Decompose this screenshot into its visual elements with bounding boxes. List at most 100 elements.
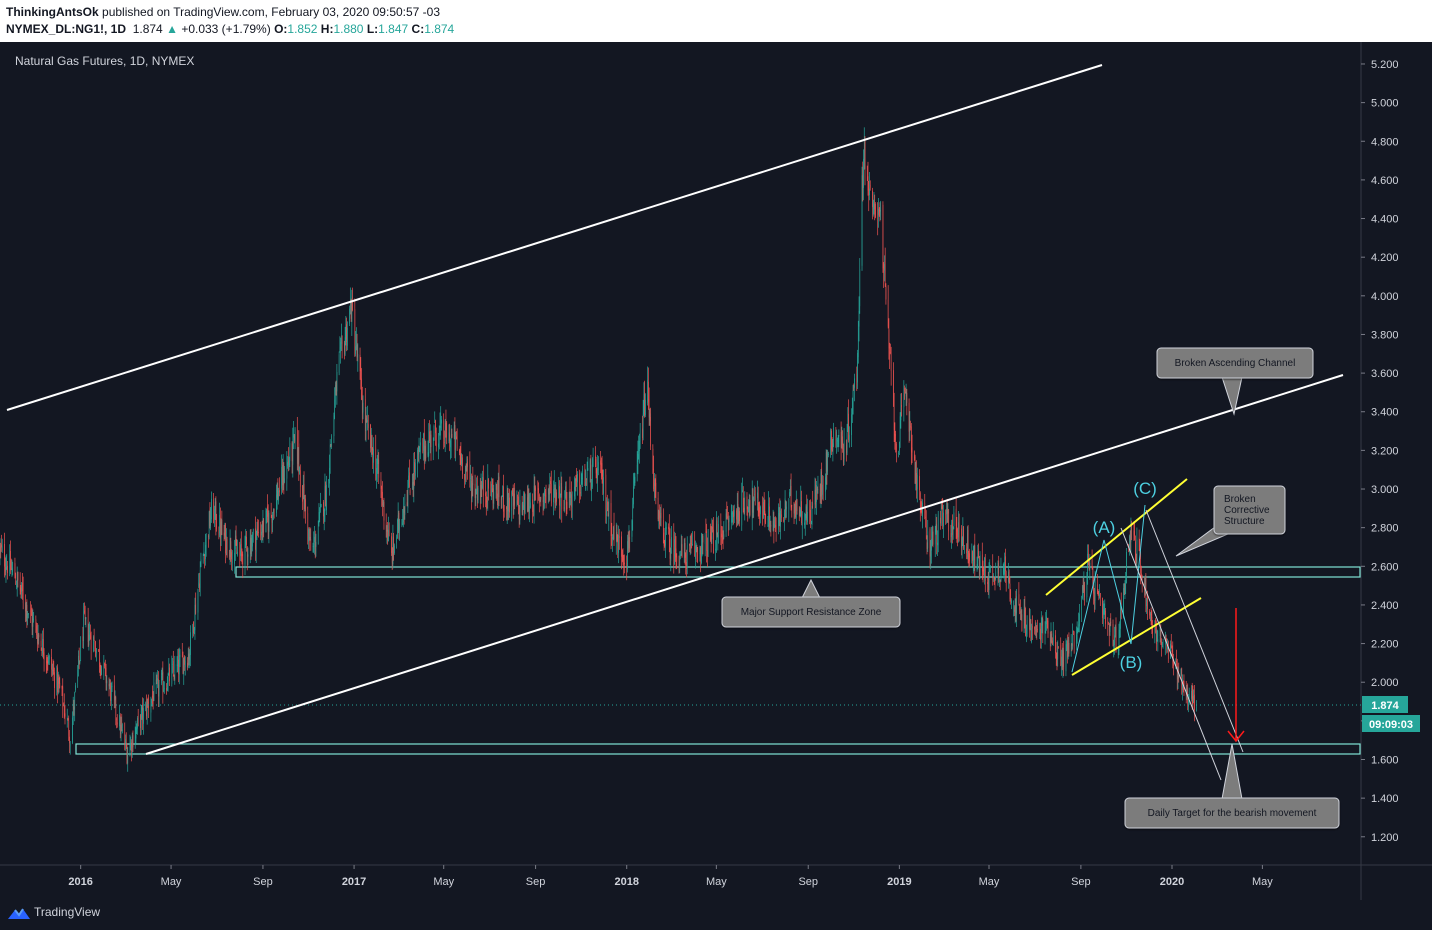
- candle-down: [385, 513, 387, 538]
- candle-down: [403, 506, 405, 525]
- candle-down: [1019, 603, 1020, 615]
- candle-up: [145, 701, 147, 712]
- candle-body: [1126, 551, 1127, 584]
- candle-down: [226, 536, 228, 558]
- candle-up: [349, 305, 350, 326]
- candle-down: [936, 517, 938, 555]
- candle-up: [1016, 588, 1017, 627]
- candle-body: [1114, 635, 1115, 645]
- candle-up: [324, 473, 326, 522]
- candle-body: [213, 499, 214, 523]
- wave-b-label: (B): [1120, 653, 1143, 672]
- candle-body: [282, 465, 284, 486]
- candle-body: [394, 545, 395, 554]
- candle-up: [103, 655, 105, 680]
- candle-body: [105, 663, 106, 666]
- candle-body: [920, 492, 921, 509]
- candle-up: [158, 680, 160, 708]
- candle-up: [574, 478, 576, 500]
- candle-down: [929, 527, 931, 569]
- candle-body: [370, 424, 371, 449]
- candle-down: [910, 423, 912, 465]
- candle-up: [72, 711, 73, 745]
- candle-body: [197, 588, 199, 613]
- candle-body: [757, 492, 758, 499]
- candle-down: [323, 500, 324, 524]
- candle-down: [1129, 530, 1131, 553]
- candle-up: [830, 428, 831, 458]
- candle-down: [246, 546, 248, 571]
- candle-up: [807, 498, 808, 525]
- candle-body: [592, 465, 593, 487]
- candle-up: [597, 456, 599, 476]
- candle-body: [58, 680, 59, 690]
- candle-body: [187, 662, 188, 668]
- candle-body: [530, 502, 531, 508]
- candle-body: [831, 445, 833, 452]
- candle-body: [789, 492, 790, 497]
- candle-body: [360, 367, 362, 379]
- candle-up: [428, 423, 430, 462]
- candle-body: [825, 477, 826, 492]
- candle-down: [762, 496, 764, 526]
- candle-up: [680, 550, 681, 560]
- candle-body: [916, 473, 917, 491]
- candle-up: [637, 440, 639, 475]
- candle-body: [350, 300, 352, 319]
- candle-body: [872, 190, 873, 208]
- candle-down: [69, 729, 70, 754]
- candle-body: [873, 203, 875, 210]
- candle-body: [100, 668, 102, 675]
- candle-up: [778, 503, 779, 535]
- candle-up: [402, 508, 403, 526]
- candle-up: [699, 545, 701, 562]
- candle-up: [265, 507, 267, 533]
- candle-body: [1019, 605, 1020, 611]
- candle-up: [1180, 668, 1182, 677]
- candle-body: [793, 502, 795, 514]
- candle-body: [915, 471, 917, 486]
- candle-body: [1091, 559, 1093, 568]
- candle-up: [608, 498, 610, 531]
- candle-down: [20, 584, 22, 599]
- candle-body: [1162, 646, 1164, 647]
- price-chart[interactable]: 1.2001.4001.6001.8002.0002.2002.4002.600…: [0, 42, 1432, 900]
- tradingview-logo-icon[interactable]: [7, 905, 31, 921]
- candle-body: [9, 553, 11, 574]
- candle-up: [692, 531, 693, 546]
- candle-up: [1118, 623, 1120, 656]
- tradingview-brand[interactable]: TradingView: [34, 905, 100, 919]
- candle-body: [466, 459, 468, 468]
- candle-up: [286, 451, 288, 491]
- candle-down: [121, 713, 123, 732]
- candle-body: [628, 537, 630, 549]
- candle-up: [85, 616, 87, 628]
- candle-body: [937, 514, 939, 546]
- candle-down: [596, 468, 598, 484]
- symbol-label[interactable]: NYMEX_DL:NG1!, 1D: [6, 22, 126, 36]
- candle-body: [1056, 652, 1058, 660]
- candle-down: [115, 695, 117, 726]
- callout-text-line-1: Broken: [1224, 494, 1256, 505]
- candle-down: [354, 298, 356, 357]
- plot-area[interactable]: [0, 42, 1361, 865]
- candle-body: [899, 416, 901, 442]
- candle-body: [305, 498, 306, 512]
- candle-body: [199, 583, 200, 590]
- candle-up: [988, 562, 990, 599]
- candle-body: [37, 634, 38, 644]
- candle-up: [643, 382, 645, 417]
- author-name[interactable]: ThinkingAntsOk: [6, 5, 99, 19]
- candle-body: [1062, 650, 1064, 667]
- candle-up: [506, 485, 508, 524]
- candle-down: [916, 460, 917, 499]
- candle-body: [665, 527, 666, 546]
- candle-body: [493, 491, 495, 505]
- candle-body: [509, 497, 510, 513]
- candle-up: [171, 655, 173, 687]
- candle-body: [804, 522, 805, 525]
- candle-down: [707, 537, 708, 567]
- candle-body: [257, 526, 259, 529]
- candle-body: [54, 672, 55, 688]
- candle-body: [537, 487, 539, 491]
